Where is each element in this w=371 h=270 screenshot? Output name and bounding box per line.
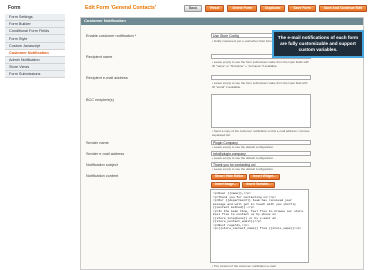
back-button[interactable]: Back (184, 5, 203, 12)
sender-email-note: Leave empty to use the default configura… (212, 156, 310, 160)
sender-email-label: Sender e-mail address (86, 152, 125, 156)
panel-heading: Customer Notification (81, 18, 363, 25)
reset-button[interactable]: Reset (205, 5, 225, 12)
sender-name-label: Sender name (86, 141, 109, 145)
show-hide-editor-button[interactable]: Show / Hide Editor (211, 174, 248, 180)
editor-buttons: Show / Hide Editor Insert Widget... Inse… (211, 174, 311, 188)
save-continue-button[interactable]: Save And Continue Edit (318, 5, 367, 12)
bcc-note: Send a copy of the customer notification… (212, 129, 310, 137)
sender-name-note: Leave empty to use the default configura… (212, 145, 310, 149)
recipient-email-input[interactable] (211, 75, 311, 80)
save-form-button[interactable]: Save Form (288, 5, 316, 12)
insert-widget-button[interactable]: Insert Widget... (249, 174, 280, 180)
feature-callout: The e-mail notifications of each form ar… (272, 30, 364, 58)
sidebar-item-customer-notification[interactable]: Customer Notification (5, 49, 65, 57)
bcc-textarea[interactable] (211, 94, 311, 128)
insert-variable-button[interactable]: Insert Variable... (242, 182, 275, 188)
enable-label: Enable customer notification * (86, 34, 137, 38)
duplicate-button[interactable]: Duplicate (260, 5, 286, 12)
content-label: Notification content (86, 174, 119, 178)
sidebar-item-store-views[interactable]: Store Views (5, 64, 65, 72)
sidebar-item-conditional-fields[interactable]: Conditional Form Fields (5, 28, 65, 36)
enable-select-value: Use Store Config (213, 34, 239, 38)
insert-image-button[interactable]: Insert Image... (211, 182, 241, 188)
sidebar-item-form-settings[interactable]: Form Settings (5, 13, 65, 21)
sidebar-title: Form (8, 5, 21, 11)
toolbar: Back Reset Delete Form Duplicate Save Fo… (184, 5, 367, 12)
sidebar-item-form-submissions[interactable]: Form Submissions (5, 71, 65, 79)
sidebar-item-admin-notification[interactable]: Admin Notification (5, 56, 65, 65)
recipient-name-note: Leave empty to use the form submission v… (212, 60, 310, 68)
recipient-email-note: Leave empty to use the form submission v… (212, 81, 310, 89)
subject-note: Leave empty to use the default configura… (212, 167, 310, 171)
sidebar: Form Form Settings Form Builder Conditio… (5, 5, 65, 79)
recipient-email-label: Recipient e-mail address (86, 76, 128, 80)
subject-label: Notification subject (86, 163, 118, 167)
page-title: Edit Form 'General Contacts' (85, 5, 157, 11)
content-note: The content of the customer notification… (212, 264, 310, 268)
content-textarea[interactable]: <p>Dear {{name}},</p> <p>Thank you for c… (210, 189, 309, 263)
sidebar-item-custom-javascript[interactable]: Custom Javascript (5, 42, 65, 50)
sidebar-item-form-style[interactable]: Form Style (5, 35, 65, 43)
delete-form-button[interactable]: Delete Form (227, 5, 258, 12)
sidebar-item-form-builder[interactable]: Form Builder (5, 20, 65, 29)
bcc-label: BCC recipient(s) (86, 98, 114, 102)
recipient-name-label: Recipient name (86, 55, 113, 59)
